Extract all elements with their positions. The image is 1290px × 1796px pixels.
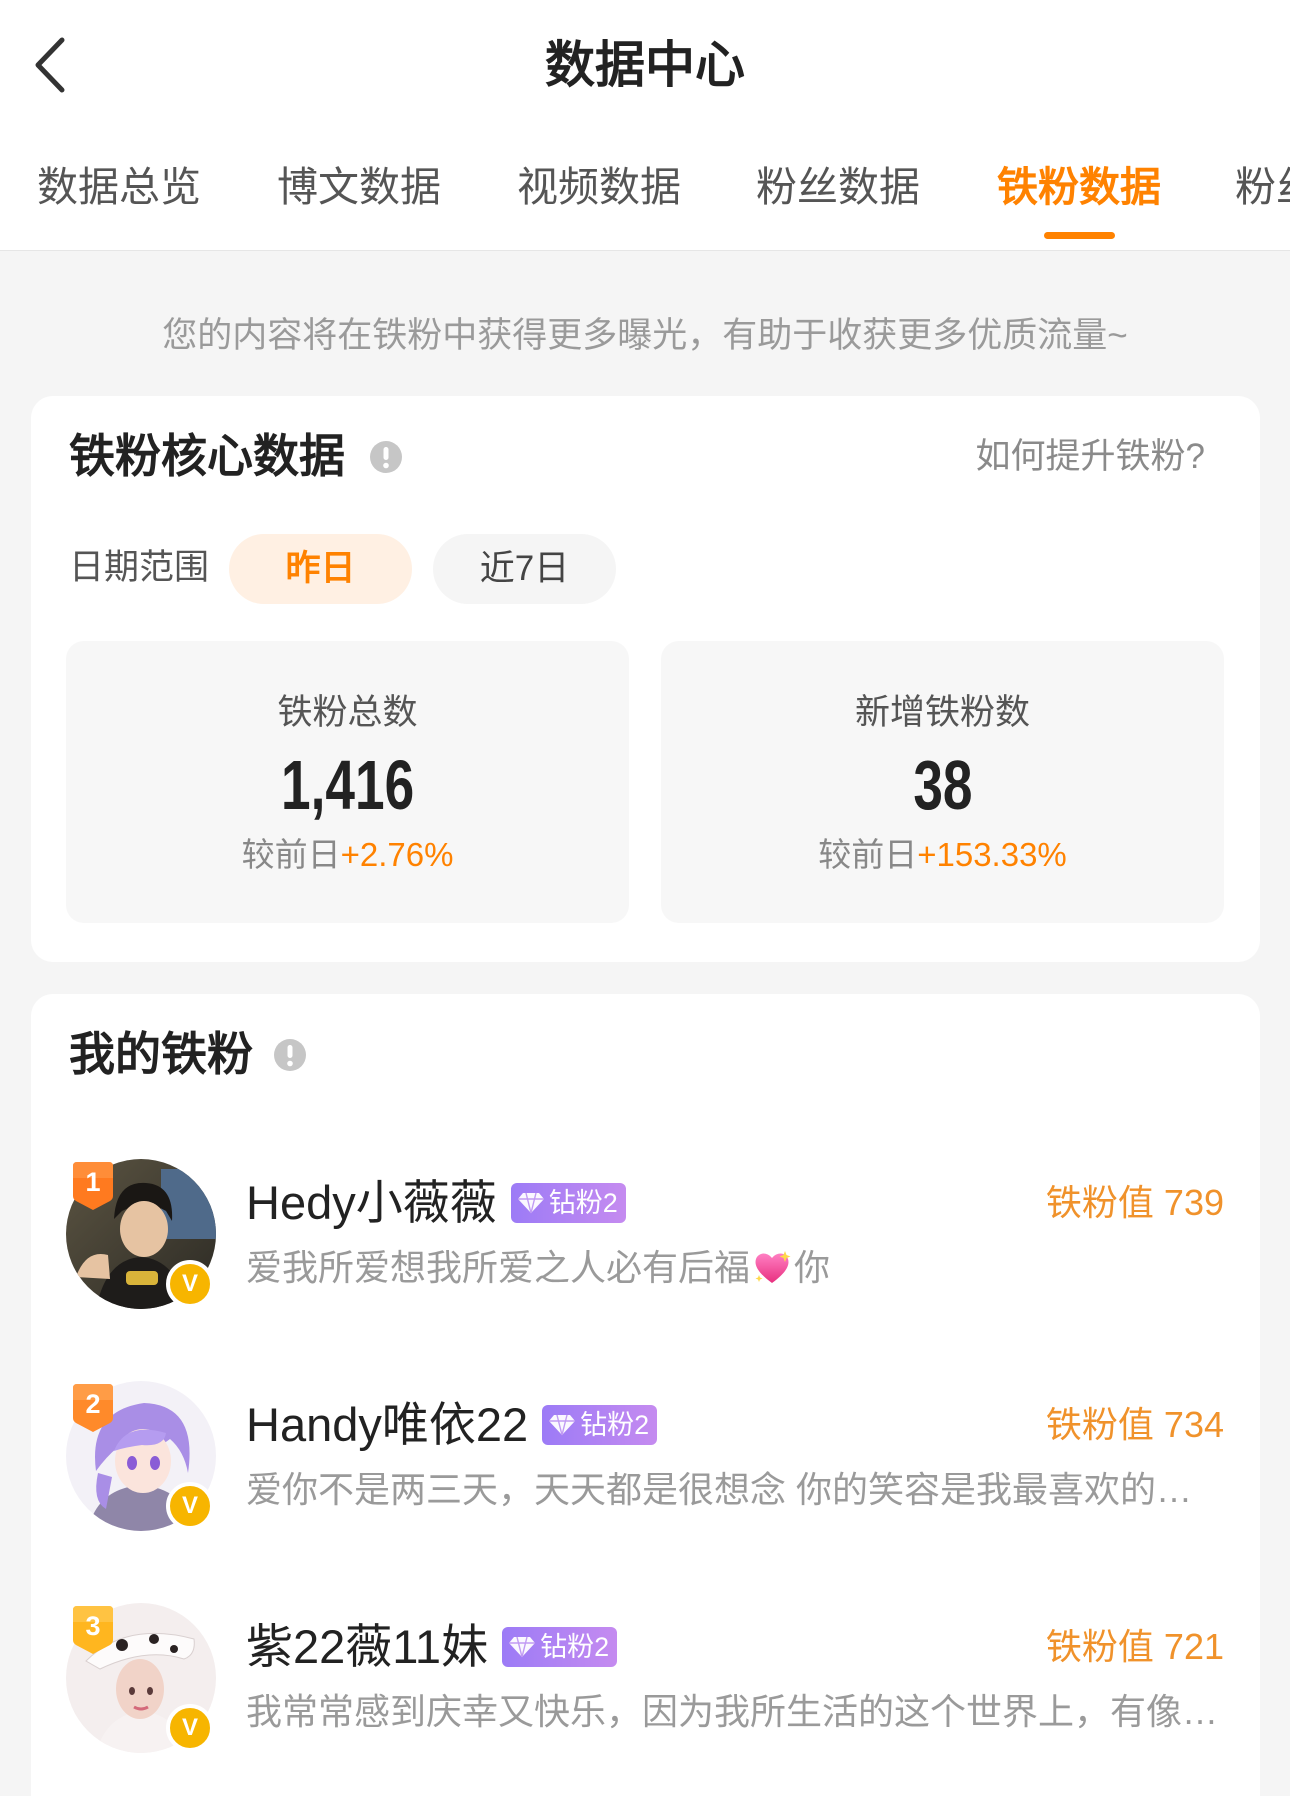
- rank-badge: 2: [71, 1382, 115, 1433]
- fan-name[interactable]: Handy唯依22: [246, 1397, 528, 1453]
- fan-row[interactable]: 2 V Handy唯依22 钻粉2 铁粉值 734 爱你不是两三天，天天都是很想念…: [31, 1381, 1260, 1581]
- notice-text: 您的内容将在铁粉中获得更多曝光，有助于收获更多优质流量~: [162, 316, 1128, 355]
- stat-compare: 较前日+2.76%: [66, 835, 629, 875]
- bio-text: 我常常感到庆幸又快乐，因为我所生活的这个世界上，有像…: [246, 1691, 1219, 1732]
- info-icon[interactable]: [273, 1038, 307, 1072]
- score-value: 739: [1163, 1182, 1224, 1223]
- rank-badge: 1: [71, 1160, 115, 1211]
- card-title: 我的铁粉: [69, 1028, 253, 1080]
- compare-label: 较前日: [241, 836, 341, 873]
- stat-value-row: 38: [661, 745, 1224, 825]
- tab-post-data[interactable]: 博文数据: [277, 162, 441, 212]
- level-badge: 钻粉2: [510, 1183, 626, 1223]
- fan-bio: 爱我所爱想我所爱之人必有后福 你: [246, 1246, 1226, 1290]
- stat-value-row: 1,416: [66, 745, 629, 825]
- fan-row[interactable]: 1 V Hedy小薇薇 钻粉2 铁粉值 739 爱我所爱想我所爱之人必有后福 你: [31, 1159, 1260, 1359]
- score-label: 铁粉值: [1045, 1626, 1154, 1667]
- fan-bio: 我常常感到庆幸又快乐，因为我所生活的这个世界上，有像…: [246, 1690, 1226, 1734]
- top-bar: 数据中心 数据总览 博文数据 视频数据 粉丝数据 铁粉数据 粉丝: [0, 0, 1290, 251]
- tab-iron-fans-data[interactable]: 铁粉数据: [997, 162, 1161, 212]
- my-iron-fans-card: 我的铁粉 1 V Hedy小薇薇 钻粉2 铁粉值 739 爱我所爱想我所爱之人必…: [31, 994, 1260, 1796]
- range-option-yesterday[interactable]: 昨日: [229, 534, 412, 604]
- fan-row[interactable]: 3 V 紫22薇11妹 钻粉2 铁粉值 721 我常常感到庆幸又快乐，因为我所生活…: [31, 1603, 1260, 1796]
- level-badge-label: 钻粉2: [548, 1188, 618, 1218]
- score-value: 721: [1163, 1626, 1224, 1667]
- fan-name-line: Hedy小薇薇 钻粉2: [246, 1175, 626, 1231]
- how-to-grow-link[interactable]: 如何提升铁粉?: [976, 436, 1205, 478]
- tab-follower-data[interactable]: 粉丝数据: [756, 162, 920, 212]
- tab-video-data[interactable]: 视频数据: [517, 162, 681, 212]
- diamond-icon: [517, 1192, 544, 1214]
- stat-label: 铁粉总数: [277, 693, 418, 732]
- stat-compare: 较前日+153.33%: [661, 835, 1224, 875]
- iron-fan-score: 铁粉值 721: [1046, 1625, 1224, 1669]
- change-value: +153.33%: [917, 836, 1067, 873]
- stat-value: 38: [912, 746, 973, 824]
- card-title: 铁粉核心数据: [69, 430, 345, 482]
- fan-name[interactable]: 紫22薇11妹: [246, 1619, 488, 1675]
- verified-badge: V: [166, 1260, 214, 1308]
- change-value: +2.76%: [340, 836, 454, 873]
- fan-name-line: Handy唯依22 钻粉2: [246, 1397, 658, 1453]
- fan-name[interactable]: Hedy小薇薇: [246, 1175, 497, 1231]
- diamond-icon: [509, 1636, 536, 1658]
- iron-fan-score: 铁粉值 739: [1046, 1181, 1224, 1225]
- date-range-label: 日期范围: [69, 548, 210, 587]
- rank-number: 3: [85, 1611, 101, 1641]
- stat-new-iron-fans: 新增铁粉数 38 较前日+153.33%: [661, 641, 1224, 923]
- score-label: 铁粉值: [1045, 1182, 1154, 1223]
- sparkling-heart-icon: [755, 1251, 791, 1283]
- page-title: 数据中心: [545, 37, 745, 93]
- stat-total-iron-fans: 铁粉总数 1,416 较前日+2.76%: [66, 641, 629, 923]
- score-label: 铁粉值: [1045, 1404, 1154, 1445]
- active-tab-indicator: [1044, 232, 1115, 239]
- verified-badge: V: [166, 1482, 214, 1530]
- rank-badge: 3: [71, 1604, 115, 1655]
- stat-label: 新增铁粉数: [854, 693, 1030, 732]
- iron-fan-score: 铁粉值 734: [1046, 1403, 1224, 1447]
- stat-value: 1,416: [280, 746, 415, 824]
- rank-number: 1: [85, 1167, 101, 1197]
- level-badge-label: 钻粉2: [580, 1410, 650, 1440]
- bio-text: 爱我所爱想我所爱之人必有后福: [246, 1247, 751, 1288]
- data-center-page: 数据中心 数据总览 博文数据 视频数据 粉丝数据 铁粉数据 粉丝 您的内容将在铁…: [0, 0, 1290, 1796]
- fan-bio: 爱你不是两三天，天天都是很想念 你的笑容是我最喜欢的…: [246, 1468, 1226, 1512]
- bio-text: 你: [794, 1247, 831, 1288]
- tab-overview[interactable]: 数据总览: [37, 162, 201, 212]
- score-value: 734: [1163, 1404, 1224, 1445]
- tab-more-fans[interactable]: 粉丝: [1235, 162, 1290, 212]
- iron-fans-core-card: 铁粉核心数据 如何提升铁粉? 日期范围 昨日 近7日 铁粉总数 1,416 较前…: [31, 396, 1260, 962]
- info-icon[interactable]: [369, 440, 403, 474]
- rank-number: 2: [85, 1389, 101, 1419]
- compare-label: 较前日: [818, 836, 918, 873]
- level-badge: 钻粉2: [542, 1405, 658, 1445]
- bio-text: 爱你不是两三天，天天都是很想念 你的笑容是我最喜欢的…: [246, 1469, 1193, 1510]
- level-badge-label: 钻粉2: [540, 1632, 610, 1662]
- verified-badge: V: [166, 1704, 214, 1752]
- fan-name-line: 紫22薇11妹 钻粉2: [246, 1619, 618, 1675]
- range-option-7days[interactable]: 近7日: [433, 534, 616, 604]
- diamond-icon: [549, 1414, 576, 1436]
- level-badge: 钻粉2: [502, 1627, 618, 1667]
